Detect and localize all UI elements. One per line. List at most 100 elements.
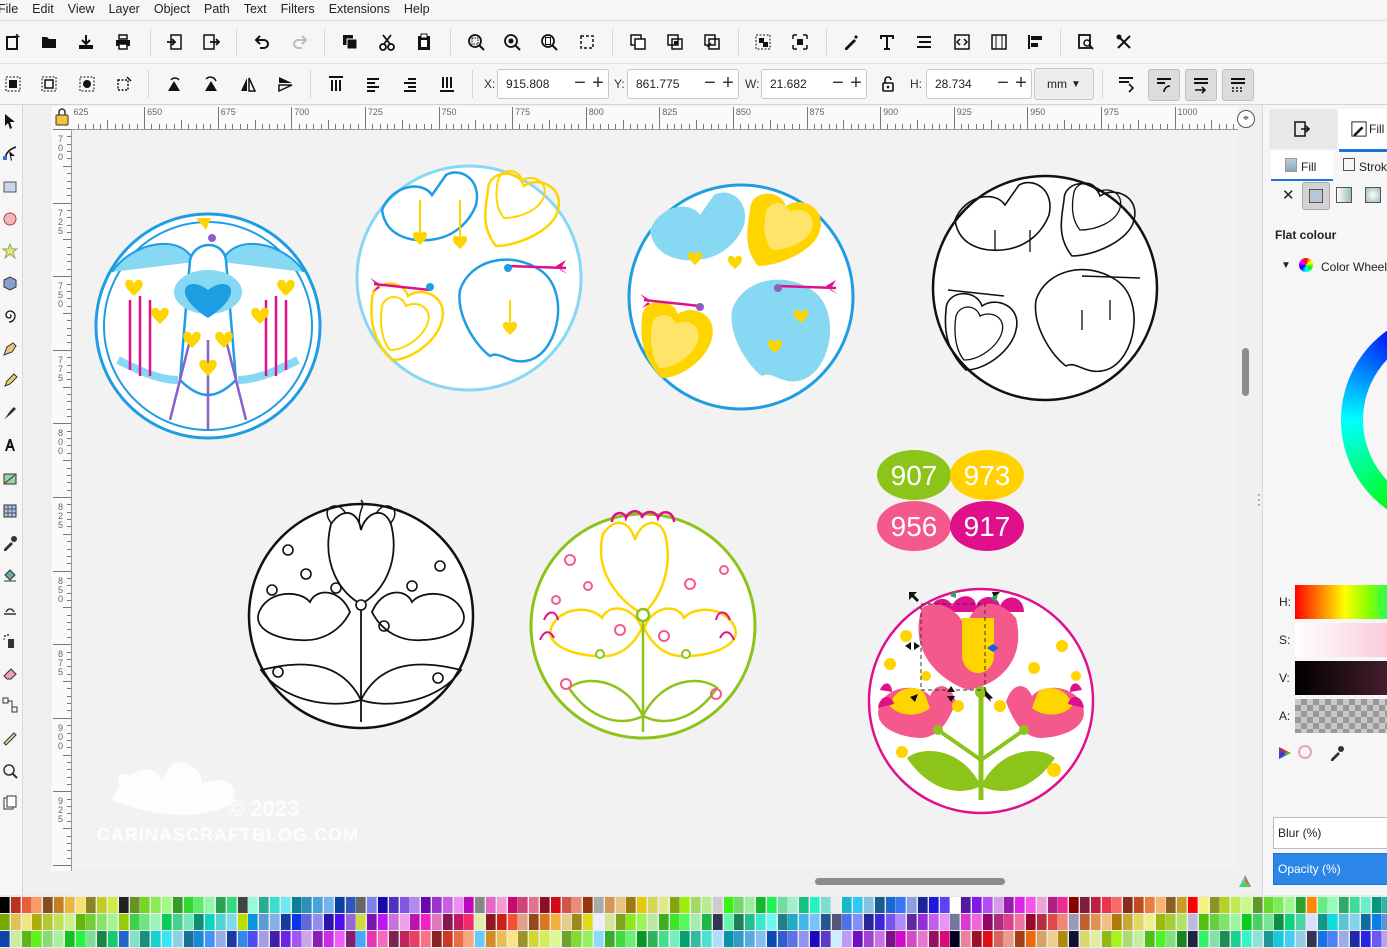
palette-swatch[interactable] — [1198, 931, 1209, 947]
palette-swatch[interactable] — [237, 914, 248, 930]
palette-swatch[interactable] — [896, 897, 907, 913]
palette-swatch[interactable] — [399, 914, 410, 930]
doves-hearts-black-outline[interactable] — [931, 174, 1159, 402]
palette-swatch[interactable] — [442, 897, 453, 913]
palette-swatch[interactable] — [54, 914, 64, 930]
raise-to-top-icon[interactable] — [324, 72, 348, 96]
palette-swatch[interactable] — [1015, 897, 1026, 913]
palette-swatch[interactable] — [702, 897, 712, 913]
layers-icon[interactable] — [912, 30, 936, 54]
vertical-scroll-thumb[interactable] — [1242, 348, 1249, 396]
palette-swatch[interactable] — [345, 931, 356, 947]
palette-swatch[interactable] — [1090, 931, 1101, 947]
palette-swatch[interactable] — [842, 931, 853, 947]
palette-swatch[interactable] — [712, 914, 723, 930]
palette-swatch[interactable] — [1177, 931, 1188, 947]
palette-swatch[interactable] — [1231, 914, 1242, 930]
palette-swatch[interactable] — [496, 931, 507, 947]
open-icon[interactable] — [37, 30, 61, 54]
palette-swatch[interactable] — [723, 914, 734, 930]
palette-swatch[interactable] — [1350, 931, 1360, 947]
scale-stroke-icon[interactable] — [1114, 72, 1138, 96]
x-input[interactable] — [504, 76, 574, 92]
palette-swatch[interactable] — [226, 914, 237, 930]
selector-tool-icon[interactable] — [0, 109, 20, 133]
palette-swatch[interactable] — [1058, 897, 1069, 913]
palette-swatch[interactable] — [1263, 914, 1274, 930]
palette-swatch[interactable] — [270, 931, 280, 947]
palette-swatch[interactable] — [367, 914, 378, 930]
xml-editor-icon[interactable] — [950, 30, 974, 54]
palette-swatch[interactable] — [972, 897, 982, 913]
palette-swatch[interactable] — [637, 897, 648, 913]
palette-swatch[interactable] — [1296, 931, 1306, 947]
palette-swatch[interactable] — [367, 931, 378, 947]
palette-swatch[interactable] — [896, 914, 907, 930]
lower-icon[interactable] — [398, 72, 422, 96]
palette-swatch[interactable] — [658, 897, 669, 913]
palette-swatch[interactable] — [388, 897, 399, 913]
palette-swatch[interactable] — [108, 931, 118, 947]
palette-swatch[interactable] — [820, 931, 831, 947]
h-input[interactable] — [933, 76, 997, 92]
palette-swatch[interactable] — [1317, 897, 1328, 913]
palette-swatch[interactable] — [302, 914, 313, 930]
palette-swatch[interactable] — [756, 914, 766, 930]
radial-gradient-icon[interactable] — [1365, 187, 1381, 203]
palette-swatch[interactable] — [1166, 914, 1177, 930]
palette-swatch[interactable] — [399, 897, 410, 913]
palette-swatch[interactable] — [442, 931, 453, 947]
palette-swatch[interactable] — [172, 897, 183, 913]
palette-swatch[interactable] — [1339, 897, 1350, 913]
palette-swatch[interactable] — [1112, 931, 1123, 947]
palette-swatch[interactable] — [1090, 897, 1101, 913]
palette-swatch[interactable] — [788, 914, 799, 930]
no-paint-icon[interactable]: ✕ — [1282, 186, 1295, 204]
palette-swatch[interactable] — [1382, 931, 1387, 947]
palette-swatch[interactable] — [658, 931, 669, 947]
palette-swatch[interactable] — [907, 897, 918, 913]
palette-swatch[interactable] — [1263, 931, 1274, 947]
palette-swatch[interactable] — [432, 931, 442, 947]
palette-swatch[interactable] — [669, 914, 680, 930]
connector-tool-icon[interactable] — [0, 693, 20, 717]
copy-icon[interactable] — [338, 30, 362, 54]
palette-swatch[interactable] — [745, 914, 756, 930]
palette-swatch[interactable] — [1101, 897, 1112, 913]
palette-swatch[interactable] — [1317, 931, 1328, 947]
preferences-search-icon[interactable] — [1074, 30, 1098, 54]
palette-swatch[interactable] — [939, 931, 950, 947]
palette-swatch[interactable] — [939, 914, 950, 930]
palette-swatch[interactable] — [64, 914, 75, 930]
palette-swatch[interactable] — [1155, 931, 1166, 947]
3d-box-tool-icon[interactable] — [0, 271, 20, 295]
palette-swatch[interactable] — [1112, 914, 1123, 930]
palette-swatch[interactable] — [885, 914, 896, 930]
palette-swatch[interactable] — [1112, 897, 1123, 913]
menu-extensions[interactable]: Extensions — [322, 0, 397, 20]
invert-selection-icon[interactable] — [75, 72, 99, 96]
palette-swatch[interactable] — [788, 897, 799, 913]
palette-swatch[interactable] — [820, 897, 831, 913]
palette-swatch[interactable] — [248, 914, 259, 930]
palette-swatch[interactable] — [432, 914, 442, 930]
pencil-tool-icon[interactable] — [0, 369, 20, 393]
palette-swatch[interactable] — [64, 931, 75, 947]
palette-swatch[interactable] — [399, 931, 410, 947]
palette-swatch[interactable] — [529, 931, 540, 947]
palette-swatch[interactable] — [864, 914, 874, 930]
palette-swatch[interactable] — [961, 914, 972, 930]
palette-swatch[interactable] — [324, 914, 334, 930]
palette-swatch[interactable] — [972, 931, 982, 947]
palette-swatch[interactable] — [648, 931, 658, 947]
palette-swatch[interactable] — [1101, 931, 1112, 947]
tab-fill-stroke[interactable]: Fill — [1339, 109, 1387, 152]
palette-swatch[interactable] — [561, 897, 572, 913]
palette-swatch[interactable] — [54, 897, 64, 913]
palette-swatch[interactable] — [594, 897, 604, 913]
palette-swatch[interactable] — [248, 931, 259, 947]
color-managed-icon[interactable] — [1238, 874, 1252, 888]
palette-swatch[interactable] — [32, 914, 43, 930]
move-gradients-icon[interactable] — [1185, 69, 1217, 101]
palette-swatch[interactable] — [1004, 897, 1015, 913]
